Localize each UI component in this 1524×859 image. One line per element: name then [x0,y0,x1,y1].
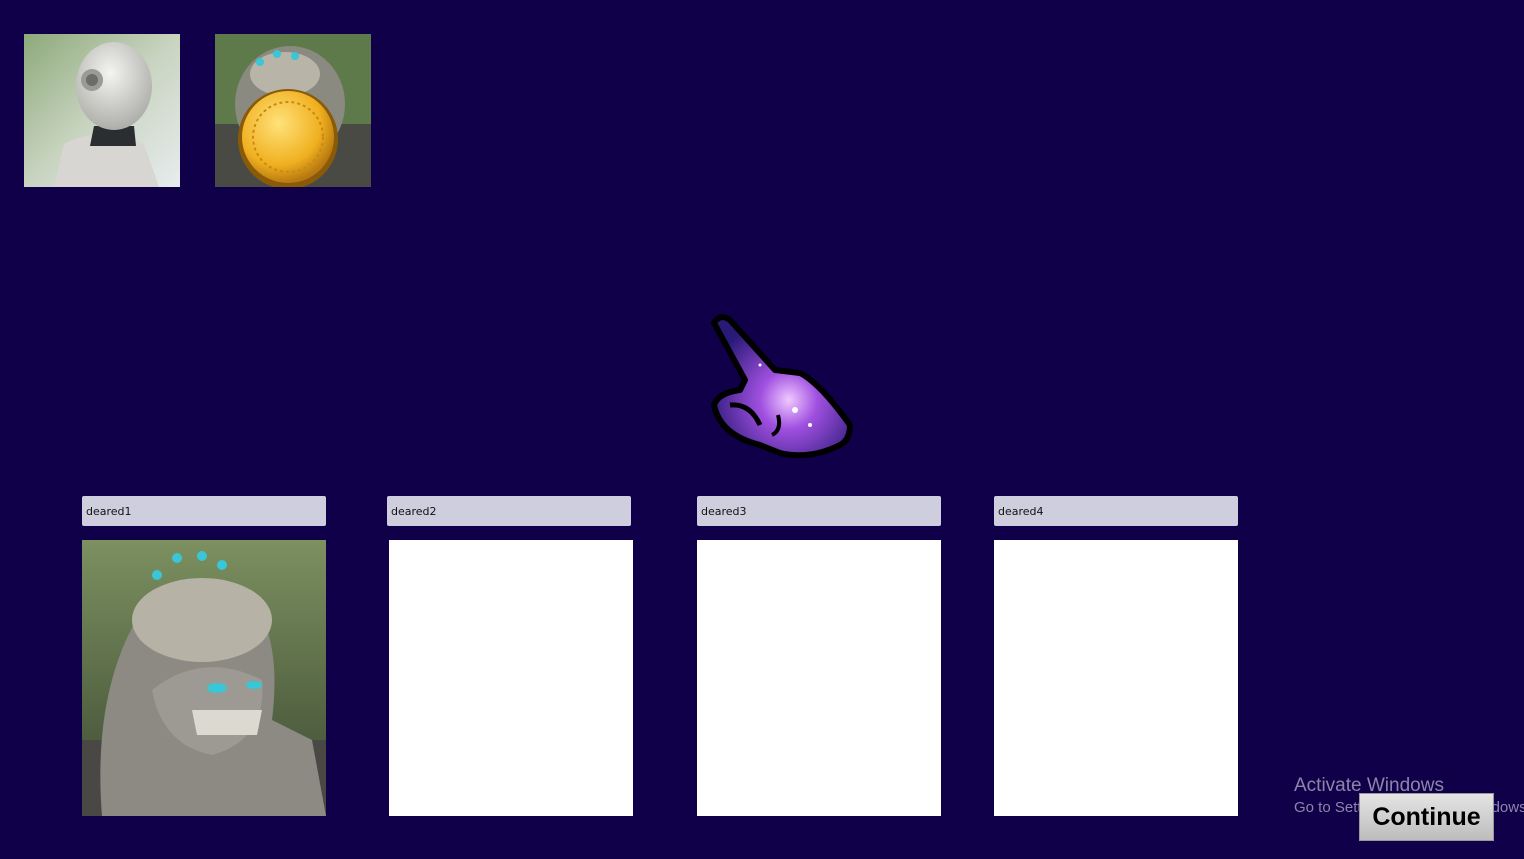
slot-4-card[interactable] [994,540,1238,816]
slot-2-card[interactable] [389,540,633,816]
creature-with-gold-coin-icon [215,34,371,187]
slot-4-label: deared4 [994,496,1238,526]
slot-1-card[interactable] [82,540,326,816]
galaxy-pointing-hand-icon [700,305,865,470]
robot-portrait[interactable] [24,34,180,187]
creature-portrait[interactable] [215,34,371,187]
slot-3-card[interactable] [697,540,941,816]
continue-button[interactable]: Continue [1359,793,1494,841]
slot-1-label: deared1 [82,496,326,526]
robot-helmet-icon [24,34,180,187]
slot-3-label: deared3 [697,496,941,526]
creature-card-image [82,540,326,816]
slot-2-label: deared2 [387,496,631,526]
